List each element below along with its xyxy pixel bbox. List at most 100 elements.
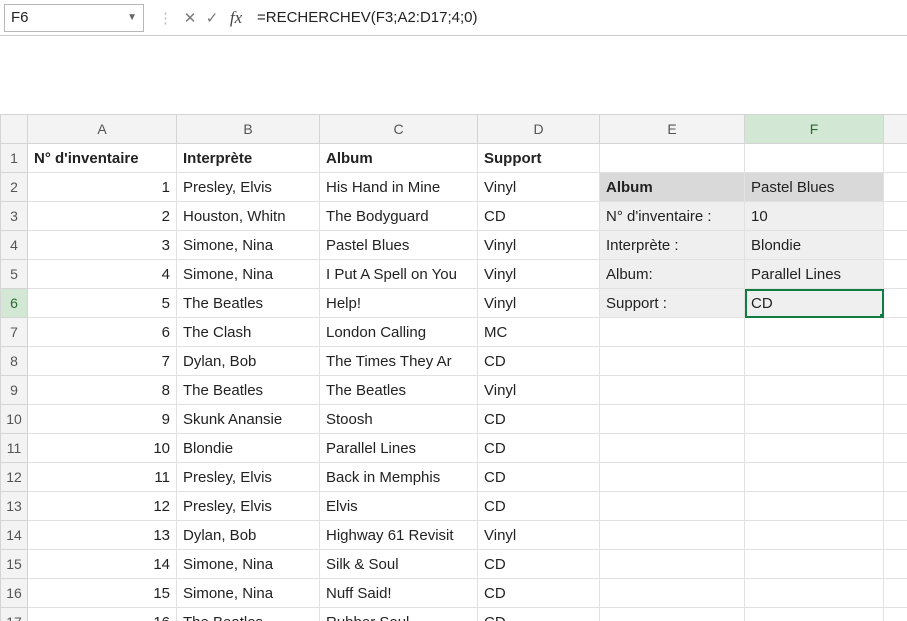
cell-C3[interactable]: The Bodyguard [320,202,478,231]
cell-F11[interactable] [745,434,884,463]
cell-E11[interactable] [600,434,745,463]
lookup-label-interp[interactable]: Interprète : [600,231,745,260]
cell-C6[interactable]: Help! [320,289,478,318]
cell-B7[interactable]: The Clash [177,318,320,347]
chevron-down-icon[interactable]: ▼ [127,12,137,23]
cell-B14[interactable]: Dylan, Bob [177,521,320,550]
name-box[interactable]: F6 ▼ [4,4,144,32]
row-head-3[interactable]: 3 [1,202,28,231]
lookup-value-album2[interactable]: Parallel Lines [745,260,884,289]
cell-F8[interactable] [745,347,884,376]
row-head-5[interactable]: 5 [1,260,28,289]
cell-C14[interactable]: Highway 61 Revisit [320,521,478,550]
cell-A10[interactable]: 9 [28,405,177,434]
cell-A16[interactable]: 15 [28,579,177,608]
row-head-13[interactable]: 13 [1,492,28,521]
cell-C12[interactable]: Back in Memphis [320,463,478,492]
cell-C17[interactable]: Rubber Soul [320,608,478,621]
row-head-8[interactable]: 8 [1,347,28,376]
cell-A9[interactable]: 8 [28,376,177,405]
cell-B13[interactable]: Presley, Elvis [177,492,320,521]
cell-C11[interactable]: Parallel Lines [320,434,478,463]
row-head-14[interactable]: 14 [1,521,28,550]
cell-E1[interactable] [600,144,745,173]
cell-E15[interactable] [600,550,745,579]
cell-D16[interactable]: CD [478,579,600,608]
cell-E16[interactable] [600,579,745,608]
cell-A12[interactable]: 11 [28,463,177,492]
cell-E10[interactable] [600,405,745,434]
cell-B17[interactable]: The Beatles [177,608,320,621]
cell-E9[interactable] [600,376,745,405]
cell-B12[interactable]: Presley, Elvis [177,463,320,492]
cell-A11[interactable]: 10 [28,434,177,463]
cell-C7[interactable]: London Calling [320,318,478,347]
spreadsheet-grid[interactable]: ABCDEF1N° d'inventaireInterprèteAlbumSup… [0,114,907,621]
fill-handle[interactable] [880,314,884,318]
cell-E8[interactable] [600,347,745,376]
col-head-extra[interactable] [884,115,907,144]
lookup-value-inv[interactable]: 10 [745,202,884,231]
cell-F15[interactable] [745,550,884,579]
row-head-15[interactable]: 15 [1,550,28,579]
cell-A2[interactable]: 1 [28,173,177,202]
col-head-A[interactable]: A [28,115,177,144]
row-head-6[interactable]: 6 [1,289,28,318]
cell-B4[interactable]: Simone, Nina [177,231,320,260]
fx-icon[interactable]: fx [223,8,249,28]
col-head-E[interactable]: E [600,115,745,144]
cell-D14[interactable]: Vinyl [478,521,600,550]
row-head-17[interactable]: 17 [1,608,28,621]
cell-B16[interactable]: Simone, Nina [177,579,320,608]
col-head-B[interactable]: B [177,115,320,144]
cell-B10[interactable]: Skunk Anansie [177,405,320,434]
cell-F16[interactable] [745,579,884,608]
cell-F10[interactable] [745,405,884,434]
cell-D8[interactable]: CD [478,347,600,376]
cell-D5[interactable]: Vinyl [478,260,600,289]
col-head-D[interactable]: D [478,115,600,144]
row-head-1[interactable]: 1 [1,144,28,173]
formula-input[interactable] [249,4,907,32]
lookup-label-album2[interactable]: Album: [600,260,745,289]
row-head-4[interactable]: 4 [1,231,28,260]
cancel-icon[interactable]: ✕ [179,9,201,27]
select-all-corner[interactable] [1,115,28,144]
lookup-label-support[interactable]: Support : [600,289,745,318]
cell-C8[interactable]: The Times They Ar [320,347,478,376]
cell-A6[interactable]: 5 [28,289,177,318]
cell-D12[interactable]: CD [478,463,600,492]
cell-B15[interactable]: Simone, Nina [177,550,320,579]
cell-B5[interactable]: Simone, Nina [177,260,320,289]
cell-D15[interactable]: CD [478,550,600,579]
col-head-F[interactable]: F [745,115,884,144]
cell-D9[interactable]: Vinyl [478,376,600,405]
cell-B6[interactable]: The Beatles [177,289,320,318]
cell-E7[interactable] [600,318,745,347]
cell-A4[interactable]: 3 [28,231,177,260]
cell-C2[interactable]: His Hand in Mine [320,173,478,202]
row-head-11[interactable]: 11 [1,434,28,463]
cell-F17[interactable] [745,608,884,621]
cell-F1[interactable] [745,144,884,173]
row-head-7[interactable]: 7 [1,318,28,347]
cell-C15[interactable]: Silk & Soul [320,550,478,579]
cell-A17[interactable]: 16 [28,608,177,621]
cell-C16[interactable]: Nuff Said! [320,579,478,608]
cell-D6[interactable]: Vinyl [478,289,600,318]
cell-A8[interactable]: 7 [28,347,177,376]
cell-B2[interactable]: Presley, Elvis [177,173,320,202]
cell-D7[interactable]: MC [478,318,600,347]
cell-C5[interactable]: I Put A Spell on You [320,260,478,289]
cell-A7[interactable]: 6 [28,318,177,347]
row-head-2[interactable]: 2 [1,173,28,202]
cell-C9[interactable]: The Beatles [320,376,478,405]
row-head-9[interactable]: 9 [1,376,28,405]
cell-F7[interactable] [745,318,884,347]
cell-D13[interactable]: CD [478,492,600,521]
cell-E14[interactable] [600,521,745,550]
row-head-12[interactable]: 12 [1,463,28,492]
confirm-icon[interactable]: ✓ [201,9,223,27]
cell-A15[interactable]: 14 [28,550,177,579]
cell-B9[interactable]: The Beatles [177,376,320,405]
